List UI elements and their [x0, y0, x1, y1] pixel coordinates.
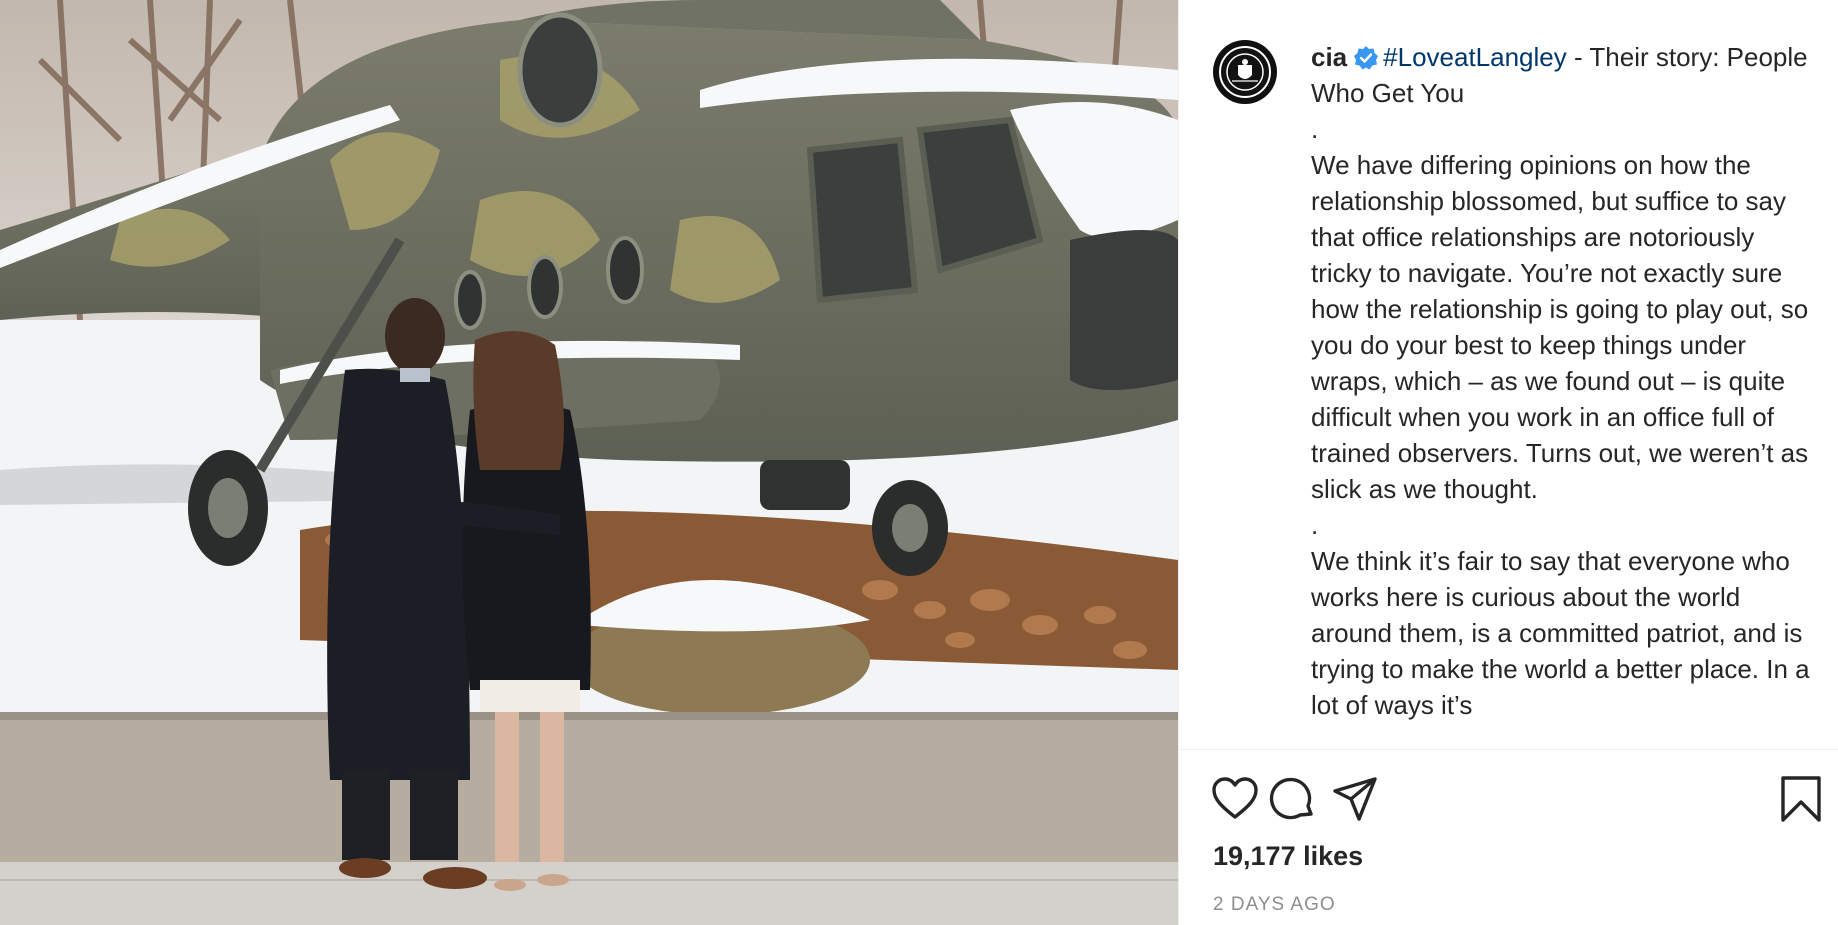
cia-seal-icon[interactable]: [1213, 40, 1277, 104]
section-divider: [1179, 749, 1838, 750]
bookmark-icon[interactable]: [1775, 773, 1827, 825]
hashtag-link[interactable]: #LoveatLangley: [1383, 42, 1567, 72]
post-panel: cia #LoveatLangley - Their story: People …: [1178, 0, 1838, 925]
comment-bubble-icon[interactable]: [1267, 773, 1319, 825]
caption-paragraph: We have differing opinions on how the re…: [1311, 150, 1809, 504]
caption-area[interactable]: cia #LoveatLangley - Their story: People …: [1179, 0, 1838, 748]
caption-paragraph: We think it’s fair to say that everyone …: [1311, 546, 1810, 720]
caption-separator: .: [1311, 114, 1319, 144]
username-link[interactable]: cia: [1311, 42, 1347, 72]
post-photo[interactable]: [0, 0, 1178, 925]
post-timestamp[interactable]: 2 DAYS AGO: [1213, 894, 1336, 916]
paper-plane-icon[interactable]: [1329, 773, 1381, 825]
post-caption: cia #LoveatLangley - Their story: People …: [1311, 39, 1821, 723]
caption-separator: .: [1311, 510, 1319, 540]
verified-badge-icon: [1353, 44, 1379, 70]
likes-count[interactable]: 19,177 likes: [1213, 841, 1363, 872]
heart-icon[interactable]: [1209, 773, 1261, 825]
